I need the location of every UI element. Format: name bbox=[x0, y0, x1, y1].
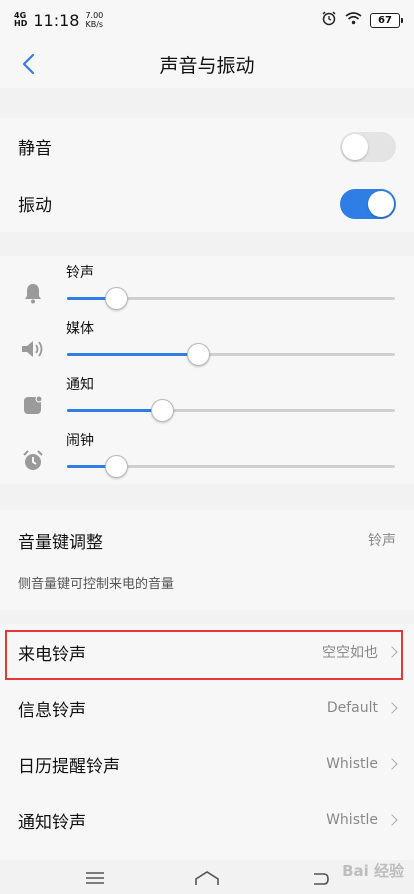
network-sub-label: HD bbox=[14, 19, 28, 28]
notification-ringtone-row[interactable]: 通知铃声 Whistle bbox=[0, 792, 414, 848]
calendar-ringtone-value-wrap: Whistle bbox=[326, 756, 398, 772]
media-volume-slider[interactable] bbox=[67, 343, 395, 366]
ringtone-volume-row: 铃声 bbox=[0, 258, 414, 314]
alarm-icon bbox=[321, 10, 337, 30]
battery-icon: 67 bbox=[370, 12, 403, 28]
network-speed: 7.00 KB/s bbox=[85, 11, 103, 29]
alarm-clock-icon bbox=[20, 448, 46, 474]
slider-label: 铃声 bbox=[66, 265, 94, 281]
speed-value: 7.00 bbox=[85, 11, 104, 20]
calendar-ringtone-label: 日历提醒铃声 bbox=[18, 756, 120, 777]
message-ringtone-value: Default bbox=[326, 700, 378, 716]
speaker-icon bbox=[20, 336, 46, 362]
vibrate-toggle[interactable] bbox=[340, 188, 396, 219]
slider-fill bbox=[67, 353, 199, 356]
volume-key-row[interactable]: 音量键调整 铃声 bbox=[0, 512, 414, 568]
chevron-left-icon[interactable] bbox=[14, 50, 42, 78]
slider-label: 媒体 bbox=[66, 321, 94, 337]
notification-volume-row: 通知 bbox=[0, 370, 414, 426]
calendar-ringtone-row[interactable]: 日历提醒铃声 Whistle bbox=[0, 736, 414, 792]
status-time: 11:18 bbox=[33, 10, 80, 30]
message-ringtone-value-wrap: Default bbox=[326, 700, 398, 716]
volume-key-value: 铃声 bbox=[368, 533, 396, 549]
volume-key-label: 音量键调整 bbox=[18, 532, 103, 553]
alarm-volume-slider[interactable] bbox=[67, 455, 395, 478]
back-icon[interactable] bbox=[308, 870, 330, 890]
watermark: Bai 经验 bbox=[342, 862, 404, 880]
slider-thumb[interactable] bbox=[105, 287, 129, 310]
slider-thumb[interactable] bbox=[151, 399, 175, 422]
mute-toggle[interactable] bbox=[340, 131, 396, 162]
slider-thumb[interactable] bbox=[187, 343, 211, 366]
chevron-right-icon bbox=[386, 814, 398, 826]
network-indicator: 4G HD bbox=[14, 12, 27, 28]
message-ringtone-label: 信息铃声 bbox=[18, 700, 86, 721]
wifi-icon bbox=[345, 11, 362, 29]
ringtone-volume-slider[interactable] bbox=[67, 287, 395, 310]
chevron-right-icon bbox=[386, 758, 398, 770]
status-bar: 4G HD 11:18 7.00 KB/s 67 bbox=[0, 0, 414, 40]
mute-row[interactable]: 静音 bbox=[0, 118, 414, 175]
speed-unit: KB/s bbox=[85, 20, 104, 29]
notification-ringtone-value: Whistle bbox=[326, 812, 378, 828]
media-volume-row: 媒体 bbox=[0, 314, 414, 370]
notification-icon bbox=[20, 392, 46, 418]
message-ringtone-row[interactable]: 信息铃声 Default bbox=[0, 680, 414, 736]
home-icon[interactable] bbox=[193, 869, 221, 891]
alarm-volume-row: 闹钟 bbox=[0, 426, 414, 482]
vibrate-row[interactable]: 振动 bbox=[0, 175, 414, 232]
page-header: 声音与振动 bbox=[0, 40, 414, 88]
toggle-knob bbox=[368, 190, 394, 217]
slider-fill bbox=[67, 409, 163, 412]
slider-label: 闹钟 bbox=[66, 433, 94, 449]
vibrate-label: 振动 bbox=[18, 196, 52, 216]
calendar-ringtone-value: Whistle bbox=[326, 756, 378, 772]
notification-ringtone-value-wrap: Whistle bbox=[326, 812, 398, 828]
toggle-knob bbox=[342, 133, 368, 160]
bell-icon bbox=[20, 280, 46, 306]
chevron-right-icon bbox=[386, 702, 398, 714]
menu-icon[interactable] bbox=[84, 870, 106, 890]
volume-key-note: 侧音量键可控制来电的音量 bbox=[18, 577, 175, 592]
notification-ringtone-label: 通知铃声 bbox=[18, 812, 86, 833]
slider-thumb[interactable] bbox=[105, 455, 129, 478]
page-title: 声音与振动 bbox=[159, 54, 255, 77]
mute-label: 静音 bbox=[18, 139, 52, 159]
notification-volume-slider[interactable] bbox=[67, 399, 395, 422]
highlight-box bbox=[5, 630, 403, 680]
slider-label: 通知 bbox=[66, 377, 94, 393]
